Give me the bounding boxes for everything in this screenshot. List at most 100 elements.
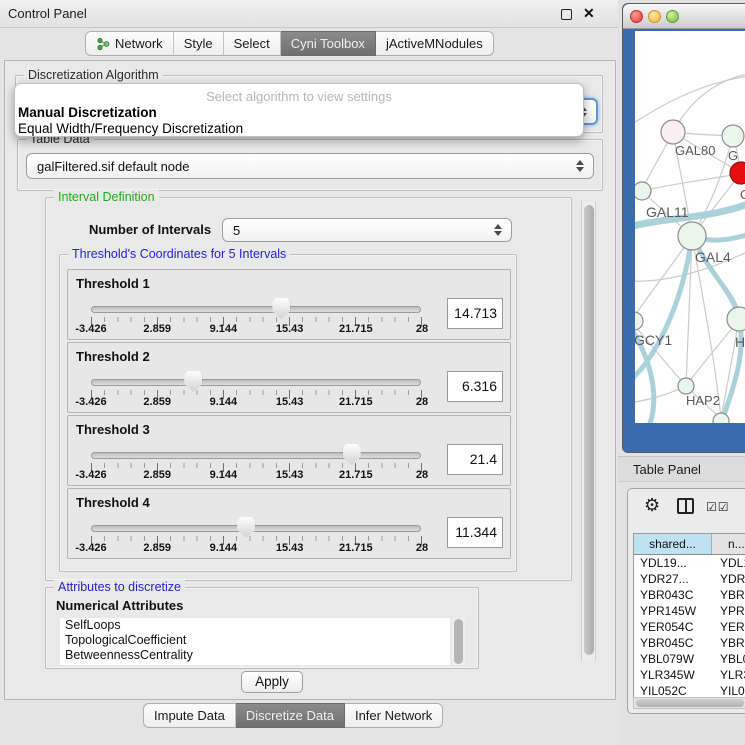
table-row[interactable]: YBR045CYBR0: [634, 635, 745, 651]
table-row[interactable]: YDR27...YDR2: [634, 571, 745, 587]
columns-icon[interactable]: [677, 498, 694, 514]
threshold-3-slider-track[interactable]: [91, 452, 421, 459]
column-header-shared-name[interactable]: shared...: [634, 534, 712, 554]
tab-impute-data[interactable]: Impute Data: [143, 703, 236, 728]
cell: YLR345W: [634, 667, 712, 683]
content-vertical-scrollbar[interactable]: [581, 201, 596, 661]
close-traffic-light[interactable]: [630, 10, 643, 23]
zoom-traffic-light[interactable]: [666, 10, 679, 23]
node-label: H: [735, 334, 745, 350]
tick-label: 2.859: [143, 469, 171, 481]
tick-label: 21.715: [339, 469, 373, 481]
node-gcy1[interactable]: [635, 312, 643, 330]
network-icon: [96, 37, 110, 51]
table-row[interactable]: YLR345WYLR3: [634, 667, 745, 683]
scrollbar-thumb[interactable]: [636, 699, 744, 707]
node-gal11[interactable]: [635, 182, 651, 200]
tick-label: 28: [416, 323, 428, 335]
select-columns-checkboxes-icon[interactable]: ☑☑: [706, 500, 730, 514]
threshold-1-value-field[interactable]: 14.713: [447, 298, 503, 329]
tab-jactivemnodules[interactable]: jActiveMNodules: [376, 31, 494, 56]
scrollbar-thumb[interactable]: [454, 619, 463, 664]
tick-label: 15.43: [276, 323, 304, 335]
cell: YDR27...: [634, 571, 712, 587]
threshold-3-value-field[interactable]: 21.4: [447, 444, 503, 475]
threshold-4-slider-thumb[interactable]: [237, 517, 255, 538]
tick-label: 2.859: [143, 396, 171, 408]
control-panel: Control Panel ✕ Network Style Select Cyn…: [0, 0, 618, 745]
apply-button[interactable]: Apply: [241, 671, 303, 693]
table-row[interactable]: YBR043CYBR0: [634, 587, 745, 603]
tick-label: 28: [416, 469, 428, 481]
table-horizontal-scrollbar[interactable]: [633, 697, 745, 709]
tab-label: Style: [184, 32, 213, 56]
num-intervals-combobox[interactable]: 5: [222, 218, 512, 242]
tab-network[interactable]: Network: [85, 31, 174, 56]
table-data-combobox[interactable]: galFiltered.sif default node: [26, 153, 594, 179]
tick-label: 15.43: [276, 542, 304, 554]
attributes-list-scrollbar[interactable]: [452, 618, 465, 665]
node-red-selected[interactable]: [730, 162, 745, 184]
table-panel-titlebar: Table Panel: [618, 456, 745, 482]
tab-select[interactable]: Select: [224, 31, 281, 56]
node-bottom[interactable]: [713, 413, 729, 423]
list-item[interactable]: TopologicalCoefficient: [60, 633, 450, 648]
threshold-1-slider-thumb[interactable]: [272, 298, 290, 319]
interval-definition-group: Interval Definition Number of Intervals …: [45, 197, 572, 581]
tab-style[interactable]: Style: [174, 31, 224, 56]
screen: Control Panel ✕ Network Style Select Cyn…: [0, 0, 745, 745]
cell: YDL19...: [634, 555, 712, 571]
tick-label: 15.43: [276, 469, 304, 481]
threshold-1-slider-track[interactable]: [91, 306, 421, 313]
threshold-4-value-field[interactable]: 11.344: [447, 517, 503, 548]
tick-labels: -3.426 2.859 9.144 15.43 21.715 28: [91, 396, 422, 409]
table-row[interactable]: YDL19...YDL1: [634, 555, 745, 571]
node-gal4[interactable]: [678, 222, 706, 250]
column-header-name[interactable]: n...: [712, 534, 745, 554]
node-gal80[interactable]: [661, 120, 685, 144]
network-window-titlebar: [623, 4, 745, 29]
node-top-right[interactable]: [722, 125, 744, 147]
threshold-2-slider-thumb[interactable]: [184, 371, 202, 392]
network-canvas[interactable]: GAL80 G C GAL11 GAL4 GCY1 H HAP2: [635, 31, 745, 423]
tab-discretize-data[interactable]: Discretize Data: [236, 703, 345, 728]
tick-label: 2.859: [143, 323, 171, 335]
threshold-2-value-field[interactable]: 6.316: [447, 371, 503, 402]
tab-label: Impute Data: [154, 704, 225, 728]
threshold-3-slider-thumb[interactable]: [343, 444, 361, 465]
float-window-icon[interactable]: [561, 9, 572, 20]
num-intervals-label: Number of Intervals: [89, 222, 211, 237]
tick-label: 2.859: [143, 542, 171, 554]
tab-label: Network: [115, 32, 163, 56]
cell: YER0: [712, 619, 745, 635]
table-row[interactable]: YER054CYER0: [634, 619, 745, 635]
tick-labels: -3.426 2.859 9.144 15.43 21.715 28: [91, 323, 422, 336]
tick-label: 15.43: [276, 396, 304, 408]
node-hap2[interactable]: [678, 378, 694, 394]
node-label: GAL11: [646, 204, 689, 220]
tick-label: 9.144: [210, 469, 238, 481]
close-icon[interactable]: ✕: [583, 5, 595, 22]
threshold-4-slider-track[interactable]: [91, 525, 421, 532]
dropdown-option-manual[interactable]: Manual Discretization: [18, 105, 157, 120]
cell: YLR3: [712, 667, 745, 683]
tick-label: -3.426: [75, 542, 106, 554]
table-row[interactable]: YBL079WYBL0: [634, 651, 745, 667]
node-h[interactable]: [727, 307, 745, 331]
threshold-2-panel: Threshold 2 -3.426 2.859 9.144 15.43 21.…: [67, 342, 511, 413]
tab-cyni-toolbox[interactable]: Cyni Toolbox: [281, 31, 376, 56]
dropdown-option-equal-width[interactable]: Equal Width/Frequency Discretization: [18, 121, 243, 136]
list-item[interactable]: SelfLoops: [60, 618, 450, 633]
table-row[interactable]: YPR145WYPR1: [634, 603, 745, 619]
minimize-traffic-light[interactable]: [648, 10, 661, 23]
list-item[interactable]: BetweennessCentrality: [60, 648, 450, 663]
scrollbar-thumb[interactable]: [584, 205, 594, 655]
node-label: C: [740, 187, 745, 202]
cell: YBL079W: [634, 651, 712, 667]
cell: YPR145W: [634, 603, 712, 619]
tick-label: -3.426: [75, 396, 106, 408]
control-panel-titlebar: Control Panel ✕: [0, 0, 618, 28]
tab-infer-network[interactable]: Infer Network: [345, 703, 443, 728]
gear-icon[interactable]: ⚙: [644, 495, 660, 516]
threshold-2-slider-track[interactable]: [91, 379, 421, 386]
